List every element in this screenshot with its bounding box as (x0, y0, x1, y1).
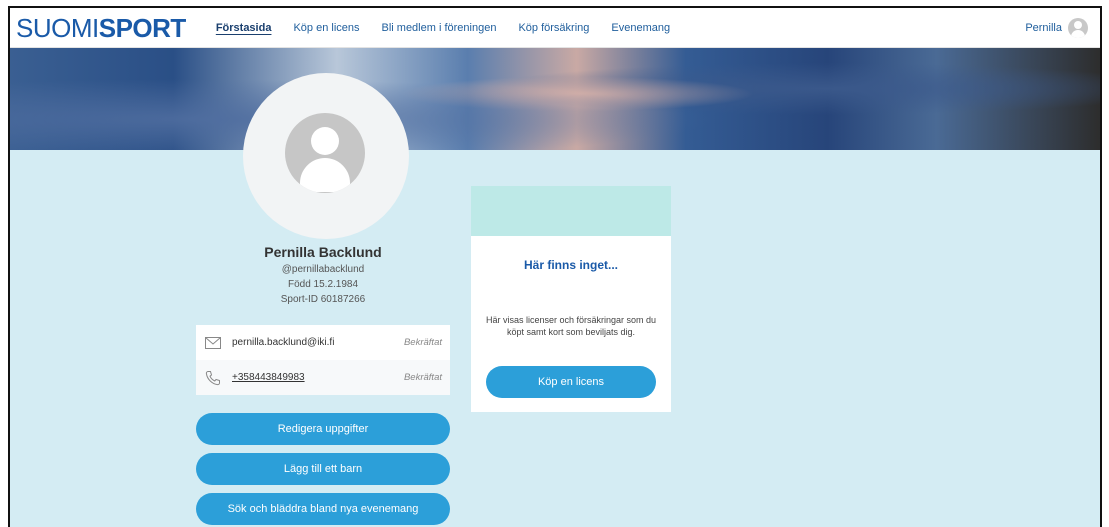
nav-item-evenemang[interactable]: Evenemang (611, 22, 670, 34)
profile-avatar-icon (285, 113, 365, 193)
phone-link[interactable]: +358443849983 (232, 372, 305, 383)
suomisport-logo[interactable]: SUOMISPORT (16, 15, 186, 41)
email-value: pernilla.backlund@iki.fi (232, 337, 335, 348)
profile-picture-frame[interactable] (243, 73, 409, 239)
browse-events-button[interactable]: Sök och bläddra bland nya evenemang (196, 493, 450, 525)
hero-banner-image (10, 48, 1100, 150)
profile-sport-id: Sport-ID 60187266 (280, 294, 366, 305)
profile-birthdate: Född 15.2.1984 (287, 279, 359, 290)
licenses-card-title: Här finns inget... (523, 258, 618, 272)
contact-row-phone: +358443849983 Bekräftat (196, 360, 450, 395)
logo-text-sport: SPORT (98, 12, 187, 43)
envelope-icon (204, 336, 222, 350)
contact-list: pernilla.backlund@iki.fi Bekräftat +3584… (196, 325, 450, 395)
add-child-button[interactable]: Lägg till ett barn (196, 453, 450, 485)
buy-license-button[interactable]: Köp en licens (486, 366, 656, 398)
licenses-card: Här finns inget... Här visas licenser oc… (471, 186, 671, 412)
phone-status: Bekräftat (403, 372, 442, 383)
email-status: Bekräftat (403, 337, 442, 348)
nav-item-kop-forsakring[interactable]: Köp försäkring (518, 22, 589, 34)
app-frame: SUOMISPORT Förstasida Köp en licens Bli … (8, 6, 1102, 527)
nav-item-kop-licens[interactable]: Köp en licens (293, 22, 359, 34)
user-menu[interactable]: Pernilla (1025, 18, 1088, 38)
main-nav: Förstasida Köp en licens Bli medlem i fö… (216, 22, 692, 34)
nav-item-forstasida[interactable]: Förstasida (216, 22, 272, 34)
licenses-card-text: Här visas licenser och försäkringar som … (485, 315, 657, 337)
profile-info: Pernilla Backlund @pernillabacklund Född… (196, 244, 450, 305)
logo-text-suomi: SUOMI (16, 12, 99, 43)
top-navigation-bar: SUOMISPORT Förstasida Köp en licens Bli … (10, 8, 1100, 48)
phone-icon (204, 370, 222, 385)
user-menu-name: Pernilla (1025, 22, 1062, 34)
user-avatar-icon (1068, 18, 1088, 38)
contact-row-email: pernilla.backlund@iki.fi Bekräftat (196, 325, 450, 360)
licenses-card-header (471, 186, 671, 236)
nav-item-bli-medlem[interactable]: Bli medlem i föreningen (382, 22, 497, 34)
profile-name: Pernilla Backlund (264, 244, 382, 260)
profile-handle: @pernillabacklund (281, 264, 365, 275)
edit-profile-button[interactable]: Redigera uppgifter (196, 413, 450, 445)
